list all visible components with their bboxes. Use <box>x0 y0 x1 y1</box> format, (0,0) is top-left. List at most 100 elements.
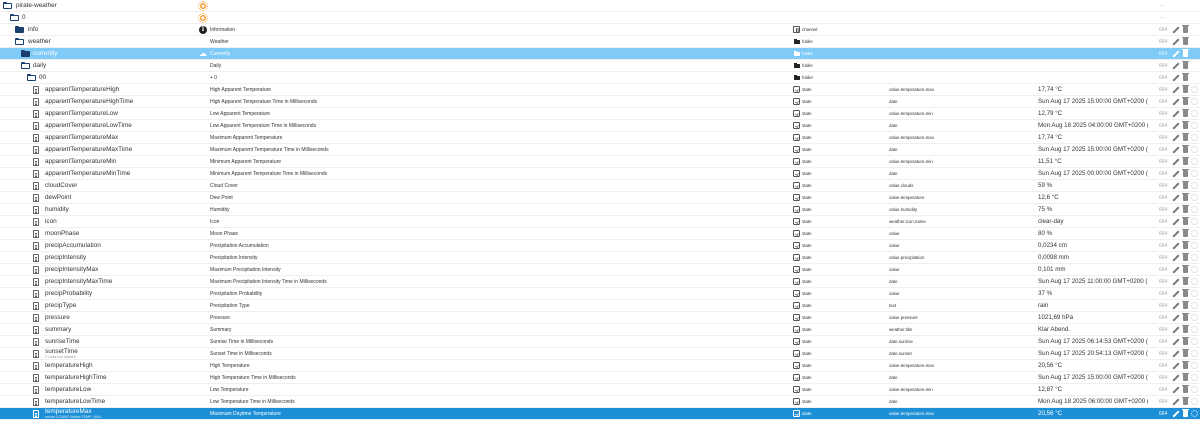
delete-icon[interactable] <box>1182 372 1189 381</box>
object-value[interactable]: 11,51 °C <box>1038 156 1148 168</box>
edit-icon[interactable] <box>1172 326 1180 334</box>
delete-icon[interactable] <box>1182 300 1189 309</box>
object-value[interactable]: rain <box>1038 300 1148 312</box>
delete-icon[interactable] <box>1182 240 1189 249</box>
acl-value[interactable]: 664 <box>1159 168 1171 180</box>
settings-gear-icon[interactable] <box>1191 146 1198 153</box>
delete-icon[interactable] <box>1182 264 1189 273</box>
acl-value[interactable]: 664 <box>1159 240 1171 252</box>
object-value[interactable]: 1021,69 hPa <box>1038 312 1148 324</box>
tree-row-state[interactable]: precipProbability Precipitation Probabili… <box>0 288 1200 300</box>
edit-icon[interactable] <box>1172 218 1180 226</box>
edit-icon[interactable] <box>1172 74 1180 82</box>
settings-gear-icon[interactable] <box>1191 86 1198 93</box>
object-value[interactable]: Sun Aug 17 2025 15:00:00 GMT+0200 (Mit..… <box>1038 144 1148 156</box>
tree-row-weather[interactable]: weather Weather folder 664 <box>0 36 1200 48</box>
acl-value[interactable]: 664 <box>1159 324 1171 336</box>
settings-gear-icon[interactable] <box>1191 290 1198 297</box>
delete-icon[interactable] <box>1182 72 1189 81</box>
tree-row-state[interactable]: apparentTemperatureHighTime High Apparent… <box>0 96 1200 108</box>
tree-row-state[interactable]: precipIntensityMax Maximum Precipitation … <box>0 264 1200 276</box>
edit-icon[interactable] <box>1172 86 1180 94</box>
object-value[interactable]: 37 % <box>1038 288 1148 300</box>
edit-icon[interactable] <box>1172 290 1180 298</box>
tree-row-state[interactable]: temperatureMax sonne.0.ZAMG.Wetter.TEMP_M… <box>0 408 1200 420</box>
edit-icon[interactable] <box>1172 206 1180 214</box>
acl-value[interactable]: 664 <box>1159 312 1171 324</box>
acl-value[interactable]: 664 <box>1159 48 1171 60</box>
settings-gear-icon[interactable] <box>1191 278 1198 285</box>
tree-row-state[interactable]: apparentTemperatureMinTime Minimum Appare… <box>0 168 1200 180</box>
edit-icon[interactable] <box>1172 26 1180 34</box>
object-value[interactable]: 80 % <box>1038 228 1148 240</box>
object-value[interactable]: 12,6 °C <box>1038 192 1148 204</box>
object-value[interactable]: 20,56 °C <box>1038 408 1148 420</box>
folder-open-icon[interactable] <box>20 61 30 69</box>
settings-gear-icon[interactable] <box>1191 206 1198 213</box>
tree-row-state[interactable]: precipAccumulation Precipitation Accumula… <box>0 240 1200 252</box>
edit-icon[interactable] <box>1172 182 1180 190</box>
settings-gear-icon[interactable] <box>1191 410 1198 417</box>
tree-row-state[interactable]: temperatureHighTime High Temperature Time… <box>0 372 1200 384</box>
tree-row-instance[interactable]: 0 --- <box>0 12 1200 24</box>
settings-gear-icon[interactable] <box>1191 158 1198 165</box>
settings-gear-icon[interactable] <box>1191 242 1198 249</box>
tree-row-root[interactable]: pirate-weather --- <box>0 0 1200 12</box>
tree-row-state[interactable]: summary Summary state weather.title Klar Abe… <box>0 324 1200 336</box>
settings-gear-icon[interactable] <box>1191 134 1198 141</box>
tree-row-state[interactable]: temperatureLow Low Temperature state value.… <box>0 384 1200 396</box>
delete-icon[interactable] <box>1182 108 1189 117</box>
acl-value[interactable]: 664 <box>1159 264 1171 276</box>
object-value[interactable]: 75 % <box>1038 204 1148 216</box>
acl-value[interactable]: 664 <box>1159 120 1171 132</box>
acl-value[interactable]: 664 <box>1159 336 1171 348</box>
delete-icon[interactable] <box>1182 96 1189 105</box>
object-value[interactable]: Mon Aug 18 2025 04:00:00 GMT+0200 (Mi... <box>1038 120 1148 132</box>
folder-icon[interactable] <box>15 25 24 33</box>
object-value[interactable]: 17,74 °C <box>1038 84 1148 96</box>
edit-icon[interactable] <box>1172 314 1180 322</box>
tree-row-state[interactable]: apparentTemperatureMin Minimum Apparent T… <box>0 156 1200 168</box>
delete-icon[interactable] <box>1182 36 1189 45</box>
object-value[interactable]: Sun Aug 17 2025 15:00:00 GMT+0200 (Mit..… <box>1038 96 1148 108</box>
object-value[interactable]: 17,74 °C <box>1038 132 1148 144</box>
edit-icon[interactable] <box>1172 134 1180 142</box>
delete-icon[interactable] <box>1182 312 1189 321</box>
delete-icon[interactable] <box>1182 228 1189 237</box>
object-value[interactable]: Klar Abend. <box>1038 324 1148 336</box>
tree-row-state[interactable]: dewPoint Dew Point state value.temperature 1… <box>0 192 1200 204</box>
delete-icon[interactable] <box>1182 324 1189 333</box>
tree-row-state[interactable]: precipType Precipitation Type state text rai… <box>0 300 1200 312</box>
tree-row-state[interactable]: precipIntensityMaxTime Maximum Precipitat… <box>0 276 1200 288</box>
edit-icon[interactable] <box>1172 266 1180 274</box>
acl-value[interactable]: 664 <box>1159 216 1171 228</box>
acl-value[interactable]: 664 <box>1159 24 1171 36</box>
tree-row-state[interactable]: temperatureLowTime Low Temperature Time i… <box>0 396 1200 408</box>
edit-icon[interactable] <box>1172 386 1180 394</box>
edit-icon[interactable] <box>1172 398 1180 406</box>
object-value[interactable]: 20,56 °C <box>1038 360 1148 372</box>
edit-icon[interactable] <box>1172 242 1180 250</box>
folder-icon[interactable] <box>21 49 30 57</box>
delete-icon[interactable] <box>1182 288 1189 297</box>
tree-row-info[interactable]: info i Information channel 664 <box>0 24 1200 36</box>
delete-icon[interactable] <box>1182 408 1189 417</box>
delete-icon[interactable] <box>1182 204 1189 213</box>
acl-value[interactable]: 664 <box>1159 384 1171 396</box>
settings-gear-icon[interactable] <box>1191 218 1198 225</box>
delete-icon[interactable] <box>1182 216 1189 225</box>
acl-value[interactable]: 664 <box>1159 84 1171 96</box>
settings-gear-icon[interactable] <box>1191 110 1198 117</box>
edit-icon[interactable] <box>1172 362 1180 370</box>
tree-row-state[interactable]: apparentTemperatureMaxTime Maximum Appare… <box>0 144 1200 156</box>
settings-gear-icon[interactable] <box>1191 230 1198 237</box>
object-value[interactable]: 59 % <box>1038 180 1148 192</box>
acl-value[interactable]: 664 <box>1159 180 1171 192</box>
folder-open-icon[interactable] <box>26 73 36 81</box>
object-value[interactable]: Sun Aug 17 2025 15:00:00 GMT+0200 (Mit..… <box>1038 372 1148 384</box>
tree-row-state[interactable]: humidity Humidity state value.humidity 75 % 6… <box>0 204 1200 216</box>
edit-icon[interactable] <box>1172 194 1180 202</box>
acl-value[interactable]: 664 <box>1159 348 1171 360</box>
object-value[interactable]: 12,79 °C <box>1038 108 1148 120</box>
delete-icon[interactable] <box>1182 48 1189 57</box>
